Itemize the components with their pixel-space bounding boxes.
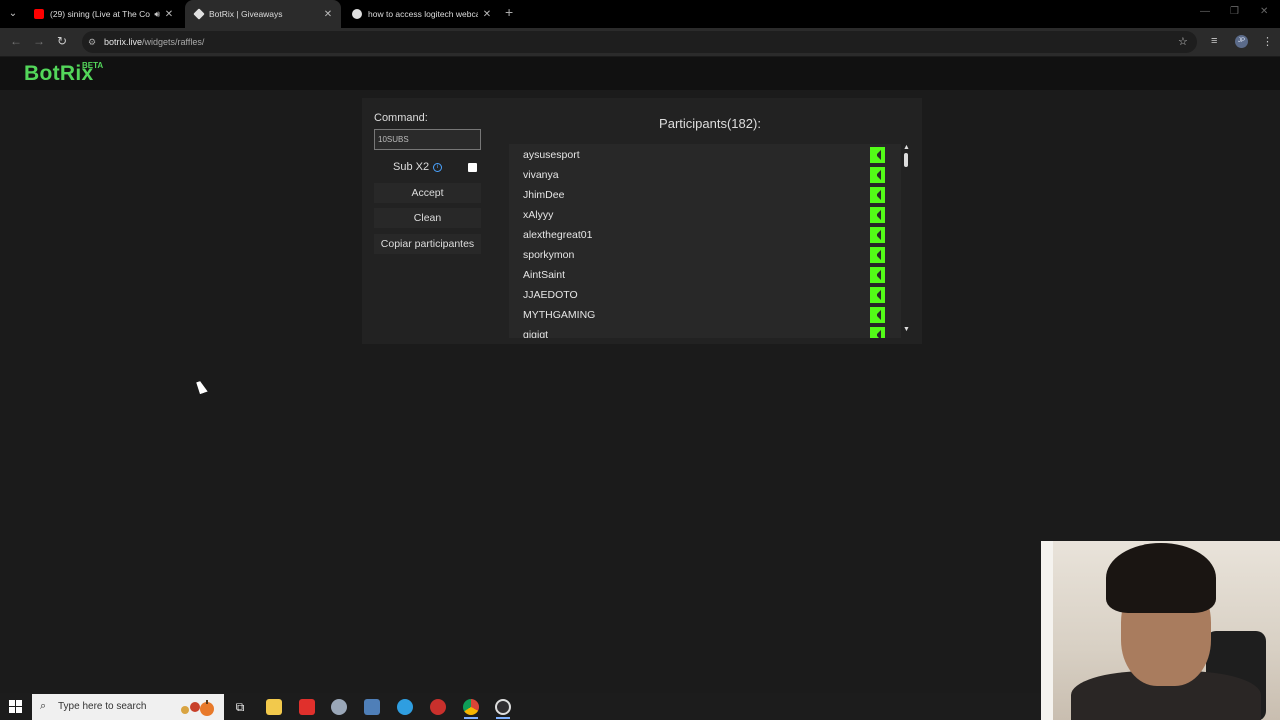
list-item[interactable]: vivanya (509, 165, 901, 185)
app-icon[interactable] (430, 699, 446, 715)
participants-list[interactable]: aysusesport vivanya JhimDee xAlyyy alext… (509, 144, 901, 338)
clean-button[interactable]: Clean (374, 208, 481, 228)
participant-name: gigigt (523, 329, 549, 338)
app-icon[interactable] (331, 699, 347, 715)
youtube-icon (34, 9, 44, 19)
participant-name: AintSaint (523, 269, 566, 281)
site-header (0, 57, 1280, 90)
copy-participants-button[interactable]: Copiar participantes (374, 234, 481, 254)
autumn-leaves-icon (181, 700, 214, 716)
kick-icon (870, 187, 885, 203)
speaker-icon[interactable]: 🔊︎ (154, 9, 160, 20)
tab-youtube[interactable]: (29) sining (Live at The Cozy 🔊︎ ✕ (24, 0, 182, 28)
file-explorer-icon[interactable] (266, 699, 282, 715)
restore-icon[interactable]: ❐ (1230, 6, 1239, 17)
tab-botrix[interactable]: BotRix | Giveaways ✕ (185, 0, 341, 28)
scroll-down-icon[interactable]: ▼ (903, 326, 910, 333)
taskbar-search[interactable]: ⌕ Type here to search (32, 694, 224, 720)
participant-name: MYTHGAMING (523, 309, 596, 321)
back-icon[interactable]: ← (10, 34, 22, 48)
google-icon (352, 9, 362, 19)
accept-button[interactable]: Accept (374, 183, 481, 203)
list-item[interactable]: aysusesport (509, 145, 901, 165)
command-label: Command: (374, 112, 428, 124)
info-icon[interactable]: i (433, 163, 442, 172)
windows-start-icon[interactable] (9, 700, 22, 713)
close-window-icon[interactable]: ✕ (1260, 6, 1268, 17)
menu-icon[interactable]: ⋮ (1262, 35, 1273, 48)
participant-name: alexthegreat01 (523, 229, 593, 241)
site-info-icon[interactable]: ⚙ (88, 31, 96, 53)
tab-title: how to access logitech webcam (368, 9, 478, 19)
wps-office-icon[interactable] (299, 699, 315, 715)
participant-name: sporkymon (523, 249, 575, 261)
kick-icon (870, 227, 885, 243)
sub-x2-checkbox[interactable] (468, 163, 477, 172)
url-path: /widgets/raffles/ (142, 37, 205, 47)
edge-icon[interactable] (397, 699, 413, 715)
kick-icon (870, 267, 885, 283)
command-input[interactable] (374, 129, 481, 150)
tab-google[interactable]: how to access logitech webcam ✕ (342, 0, 500, 28)
beta-badge: BETA (82, 61, 104, 70)
kick-icon (870, 247, 885, 263)
participant-name: aysusesport (523, 149, 580, 161)
bookmark-star-icon[interactable]: ☆ (1178, 35, 1188, 48)
tab-title: (29) sining (Live at The Cozy (50, 9, 151, 19)
list-item[interactable]: xAlyyy (509, 205, 901, 225)
minimize-icon[interactable]: — (1200, 6, 1210, 17)
kick-icon (870, 307, 885, 323)
close-tab-icon[interactable]: ✕ (164, 9, 174, 20)
url-host: botrix.live (104, 37, 143, 47)
list-item[interactable]: MYTHGAMING (509, 305, 901, 325)
sub-x2-label: Sub X2 (393, 161, 430, 173)
mouse-cursor-icon (196, 380, 208, 394)
participant-name: xAlyyy (523, 209, 554, 221)
chrome-icon[interactable] (463, 699, 479, 715)
browser-tab-strip: ⌄ (29) sining (Live at The Cozy 🔊︎ ✕ Bot… (0, 0, 1280, 28)
browser-toolbar: ← → ↻ ⚙ botrix.live/widgets/raffles/ ☆ ≡… (0, 28, 1280, 56)
participants-scrollbar[interactable]: ▲ ▼ (901, 144, 911, 338)
calculator-icon[interactable] (364, 699, 380, 715)
kick-icon (870, 167, 885, 183)
scroll-thumb[interactable] (904, 153, 908, 167)
task-view-icon[interactable]: ⧉ (232, 699, 248, 715)
scroll-up-icon[interactable]: ▲ (903, 144, 910, 151)
participant-name: JJAEDOTO (523, 289, 578, 301)
kick-icon (870, 147, 885, 163)
address-bar[interactable]: ⚙ botrix.live/widgets/raffles/ (82, 31, 1197, 53)
reload-icon[interactable]: ↻ (57, 34, 67, 48)
forward-icon[interactable]: → (33, 34, 45, 48)
obs-icon[interactable] (495, 699, 511, 715)
list-item[interactable]: AintSaint (509, 265, 901, 285)
new-tab-button[interactable]: + (505, 4, 513, 20)
close-tab-icon[interactable]: ✕ (482, 9, 492, 20)
search-icon: ⌕ (40, 700, 47, 712)
close-tab-icon[interactable]: ✕ (323, 9, 333, 20)
list-item[interactable]: gigigt (509, 325, 901, 338)
list-item[interactable]: sporkymon (509, 245, 901, 265)
list-item[interactable]: JhimDee (509, 185, 901, 205)
botrix-favicon-icon (193, 8, 205, 20)
profile-avatar[interactable]: JP (1235, 35, 1248, 48)
participant-name: vivanya (523, 169, 559, 181)
participants-title: Participants(182): (659, 116, 761, 131)
tab-title: BotRix | Giveaways (209, 9, 283, 19)
search-placeholder: Type here to search (58, 701, 147, 712)
media-control-icon[interactable]: ≡ (1211, 35, 1217, 47)
list-item[interactable]: JJAEDOTO (509, 285, 901, 305)
webcam-overlay (1041, 541, 1280, 720)
kick-icon (870, 287, 885, 303)
kick-icon (870, 207, 885, 223)
list-item[interactable]: alexthegreat01 (509, 225, 901, 245)
participant-name: JhimDee (523, 189, 565, 201)
kick-icon (870, 327, 885, 338)
tab-search-icon[interactable]: ⌄ (5, 6, 21, 22)
